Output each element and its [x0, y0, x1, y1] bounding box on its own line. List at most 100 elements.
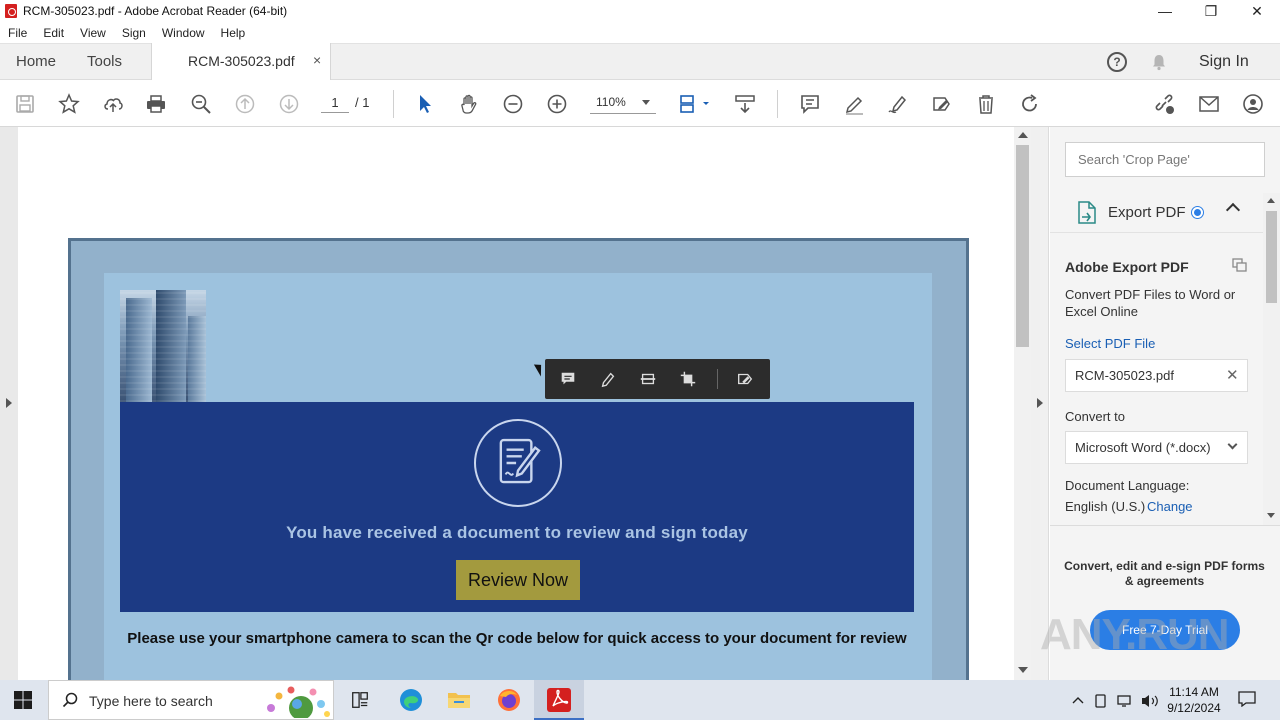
edge-icon[interactable] — [397, 686, 425, 714]
right-pane-toggle[interactable] — [1031, 127, 1049, 680]
page-number-input[interactable]: 1 — [321, 93, 349, 113]
chevron-right-icon — [1037, 398, 1043, 408]
crop-icon[interactable] — [678, 369, 698, 389]
qr-instructions: Please use your smartphone camera to sca… — [127, 630, 907, 647]
watermark-logo: ANY.RUN — [1040, 610, 1230, 659]
document-sign-icon — [474, 419, 562, 507]
document-language-label: Document Language: — [1065, 478, 1190, 493]
left-pane-toggle-icon[interactable] — [6, 398, 12, 408]
export-pdf-header[interactable]: Export PDF — [1050, 193, 1263, 231]
scroll-up-icon[interactable] — [1018, 132, 1028, 138]
tab-tools[interactable]: Tools — [87, 53, 122, 70]
close-window-button[interactable]: ✕ — [1234, 0, 1280, 22]
export-pdf-panel: Adobe Export PDF Convert PDF Files to Wo… — [1050, 232, 1263, 525]
sign-icon[interactable] — [886, 92, 910, 116]
page-down-icon[interactable] — [277, 92, 301, 116]
menu-view[interactable]: View — [72, 26, 114, 40]
task-view-icon[interactable] — [346, 686, 374, 714]
save-icon[interactable] — [13, 92, 37, 116]
zoom-minus-icon[interactable] — [501, 92, 525, 116]
convert-format-value: Microsoft Word (*.docx) — [1075, 440, 1211, 455]
email-headline: You have received a document to review a… — [286, 523, 748, 542]
page-up-icon[interactable] — [233, 92, 257, 116]
tab-document[interactable]: RCM-305023.pdf × — [151, 43, 331, 81]
tools-search-input[interactable]: Search 'Crop Page' — [1065, 142, 1265, 177]
tab-bar: Home Tools RCM-305023.pdf × ? Sign In — [0, 43, 1280, 81]
panel-heading: Adobe Export PDF — [1065, 259, 1189, 275]
building-image — [120, 290, 206, 402]
scroll-down-icon[interactable] — [1267, 513, 1275, 518]
tab-home[interactable]: Home — [16, 53, 56, 70]
select-cursor-icon[interactable] — [413, 92, 437, 116]
strikethrough-icon[interactable] — [638, 369, 658, 389]
selected-file-name: RCM-305023.pdf — [1075, 368, 1174, 383]
email-icon[interactable] — [1197, 92, 1221, 116]
share-user-icon[interactable] — [1241, 92, 1265, 116]
comment-icon[interactable] — [798, 92, 822, 116]
menu-help[interactable]: Help — [213, 26, 254, 40]
change-language-link[interactable]: Change — [1147, 499, 1193, 514]
email-body: You have received a document to review a… — [104, 273, 932, 680]
document-scrollbar[interactable] — [1014, 127, 1031, 680]
menu-file[interactable]: File — [0, 26, 35, 40]
minimize-button[interactable]: — — [1142, 0, 1188, 22]
system-tray[interactable] — [1070, 692, 1160, 710]
scrollbar-thumb[interactable] — [1266, 211, 1277, 303]
scroll-mode-icon[interactable] — [733, 92, 757, 116]
tab-document-label: RCM-305023.pdf — [188, 53, 295, 69]
scroll-down-icon[interactable] — [1018, 667, 1028, 673]
zoom-out-search-icon[interactable] — [189, 92, 213, 116]
fill-sign-icon[interactable] — [930, 92, 954, 116]
link-icon[interactable] — [1152, 92, 1176, 116]
highlight-icon[interactable] — [598, 369, 618, 389]
menu-sign[interactable]: Sign — [114, 26, 154, 40]
help-icon[interactable]: ? — [1107, 52, 1127, 72]
panel-description: Convert PDF Files to Word or Excel Onlin… — [1065, 287, 1236, 319]
highlight-icon[interactable] — [842, 92, 866, 116]
taskbar-search-input[interactable]: Type here to search — [48, 680, 334, 720]
quick-tools-bar — [545, 359, 770, 399]
tools-pane-scrollbar[interactable] — [1263, 193, 1280, 525]
select-pdf-file-link[interactable]: Select PDF File — [1065, 336, 1155, 351]
menu-bar: File Edit View Sign Window Help — [0, 22, 1280, 43]
scrollbar-thumb[interactable] — [1016, 145, 1029, 347]
rotate-icon[interactable] — [1018, 92, 1042, 116]
promo-text: Convert, edit and e-sign PDF forms & agr… — [1064, 559, 1265, 588]
upload-icon[interactable] — [101, 92, 125, 116]
pdf-page: You have received a document to review a… — [18, 127, 1014, 680]
windows-start-icon[interactable] — [14, 691, 32, 709]
scroll-up-icon[interactable] — [1267, 198, 1275, 203]
chevron-up-icon[interactable] — [1225, 202, 1241, 218]
convert-format-select[interactable]: Microsoft Word (*.docx) — [1065, 431, 1248, 464]
review-now-button[interactable]: Review Now — [456, 560, 580, 600]
sign-in-button[interactable]: Sign In — [1199, 53, 1249, 71]
toolbar: 1 / 1 110% — [0, 80, 1280, 127]
maximize-button[interactable]: ❐ — [1188, 0, 1234, 22]
chevron-down-icon — [1227, 439, 1238, 450]
bell-icon[interactable] — [1150, 53, 1168, 71]
file-explorer-icon[interactable] — [445, 686, 473, 714]
menu-edit[interactable]: Edit — [35, 26, 72, 40]
window-controls: — ❐ ✕ — [1142, 0, 1280, 22]
menu-window[interactable]: Window — [154, 26, 213, 40]
hand-icon[interactable] — [457, 92, 481, 116]
taskbar-clock[interactable]: 11:14 AM 9/12/2024 — [1166, 684, 1222, 716]
remove-file-icon[interactable]: ✕ — [1226, 366, 1239, 384]
comment-icon[interactable] — [558, 369, 578, 389]
delete-icon[interactable] — [974, 92, 998, 116]
acrobat-icon[interactable] — [545, 686, 573, 714]
notification-icon[interactable] — [1238, 691, 1256, 708]
page-display-icon[interactable] — [678, 92, 714, 116]
zoom-plus-icon[interactable] — [545, 92, 569, 116]
clock-date: 9/12/2024 — [1167, 701, 1221, 715]
copy-icon[interactable] — [1232, 258, 1248, 272]
star-icon[interactable] — [57, 92, 81, 116]
search-icon — [62, 692, 78, 708]
zoom-select[interactable]: 110% — [590, 92, 656, 114]
sign-icon[interactable] — [735, 369, 755, 389]
selected-file-field[interactable]: RCM-305023.pdf ✕ — [1065, 359, 1248, 392]
firefox-icon[interactable] — [495, 686, 523, 714]
close-tab-button[interactable]: × — [313, 52, 321, 68]
print-icon[interactable] — [144, 92, 168, 116]
taskbar: Type here to search 11:14 AM 9/12/2024 — [0, 680, 1280, 720]
